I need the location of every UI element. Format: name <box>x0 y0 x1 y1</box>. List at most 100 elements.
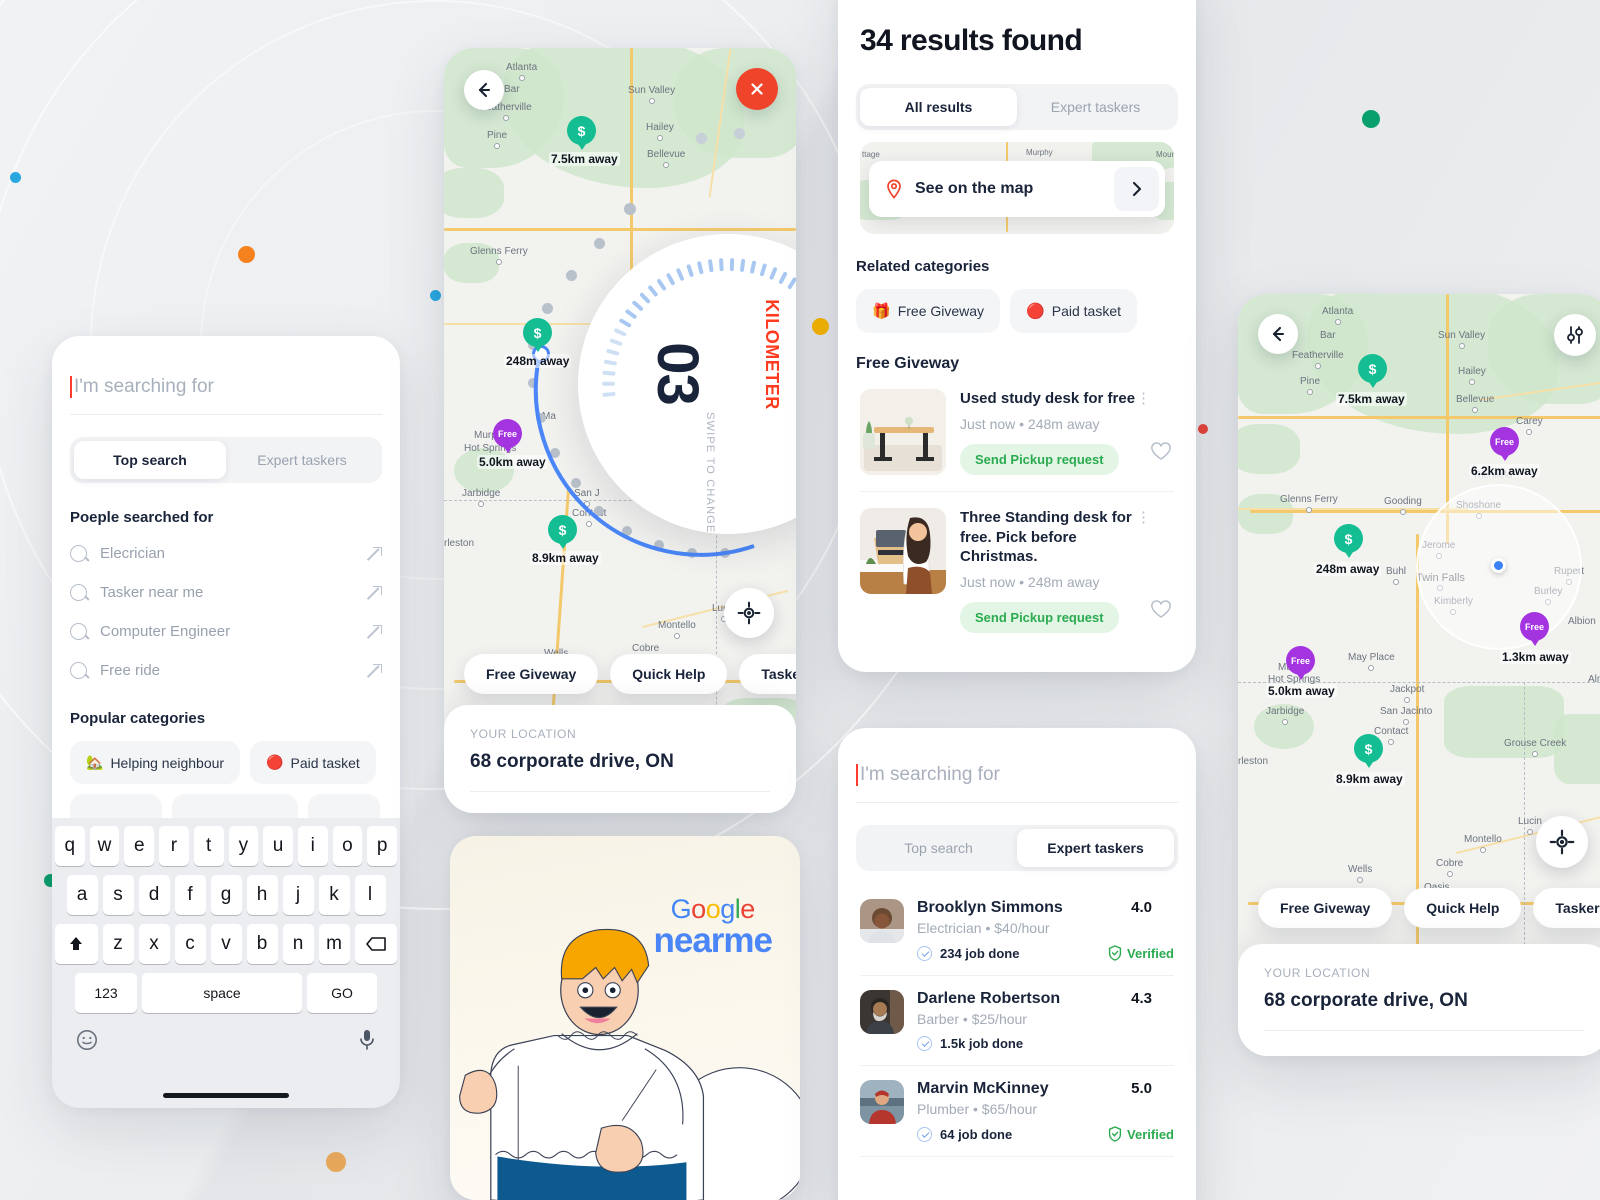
map-pin-free-1[interactable]: Free <box>493 419 522 453</box>
verified-label: Verified <box>1127 945 1174 961</box>
key-z[interactable]: z <box>102 924 134 964</box>
filter-pill-tasker[interactable]: Tasker <box>1533 888 1600 928</box>
map-preview[interactable]: Murphy Mounta ttage See on the map <box>860 142 1174 234</box>
key-n[interactable]: n <box>282 924 314 964</box>
favorite-button[interactable] <box>1150 441 1174 466</box>
key-e[interactable]: e <box>124 826 155 866</box>
filter-pill-free-giveway[interactable]: Free Giveway <box>1258 888 1393 928</box>
related-chip-free-giveway[interactable]: 🎁 Free Giveway <box>856 289 1001 333</box>
list-item[interactable]: Elecrician <box>70 534 382 573</box>
dial-tick <box>609 338 623 347</box>
key-k[interactable]: k <box>318 875 350 915</box>
key-l[interactable]: l <box>354 875 386 915</box>
go-key[interactable]: GO <box>307 973 377 1013</box>
map-pin-money-1[interactable]: $ <box>1358 354 1387 388</box>
key-c[interactable]: c <box>174 924 206 964</box>
tab-all-results[interactable]: All results <box>860 88 1017 126</box>
key-o[interactable]: o <box>332 826 363 866</box>
back-button[interactable] <box>1258 314 1298 354</box>
key-w[interactable]: w <box>89 826 120 866</box>
shift-key[interactable] <box>55 924 98 964</box>
status-badge: Verified <box>1108 945 1174 961</box>
space-key[interactable]: space <box>142 973 302 1013</box>
tab-expert-taskers[interactable]: Expert taskers <box>226 441 378 479</box>
map-pin-money-3[interactable]: $ <box>1354 734 1383 768</box>
map-pin-money-1[interactable]: $ <box>567 116 596 150</box>
map-filter-pills: Free GivewayQuick HelpTaskerE <box>1258 888 1600 928</box>
poster-canvas: I'm searching for Top search Expert task… <box>0 0 1600 1200</box>
filter-settings-button[interactable] <box>1554 314 1596 356</box>
tab-expert-taskers[interactable]: Expert taskers <box>1017 88 1174 126</box>
filter-pill-tasker[interactable]: Tasker <box>739 654 796 694</box>
search-input[interactable]: I'm searching for <box>70 376 382 415</box>
key-f[interactable]: f <box>174 875 206 915</box>
map-pin-money-3[interactable]: $ <box>548 515 577 549</box>
list-item[interactable]: Used study desk for free Just now • 248m… <box>860 373 1174 492</box>
key-i[interactable]: i <box>297 826 328 866</box>
list-item[interactable]: Tasker near me <box>70 573 382 612</box>
locate-me-button[interactable] <box>1536 816 1588 868</box>
category-chip-paid-tasket[interactable]: 🔴 Paid tasket <box>250 741 376 784</box>
key-h[interactable]: h <box>246 875 278 915</box>
search-input[interactable]: I'm searching for <box>856 764 1178 803</box>
list-item[interactable]: Darlene Robertson Barber • $25/hour 1.5k… <box>860 976 1174 1066</box>
map-label: ttage <box>862 150 880 159</box>
filter-pill-quick-help[interactable]: Quick Help <box>610 654 728 694</box>
radius-dial[interactable]: 03 KILOMETER SWIPE TO CHANGE <box>578 234 796 534</box>
key-v[interactable]: v <box>210 924 242 964</box>
key-p[interactable]: p <box>367 826 398 866</box>
key-b[interactable]: b <box>246 924 278 964</box>
filter-pill-free-giveway[interactable]: Free Giveway <box>464 654 599 694</box>
dial-tick <box>696 260 704 275</box>
map-pin-money-2[interactable]: $ <box>523 318 552 352</box>
list-item[interactable]: Marvin McKinney Plumber • $65/hour 64 jo… <box>860 1066 1174 1157</box>
chevron-right-icon[interactable] <box>1114 167 1159 211</box>
key-x[interactable]: x <box>138 924 170 964</box>
send-pickup-request-button[interactable]: Send Pickup request <box>960 443 1119 475</box>
key-g[interactable]: g <box>210 875 242 915</box>
key-a[interactable]: a <box>66 875 98 915</box>
numbers-key[interactable]: 123 <box>75 973 137 1013</box>
locate-me-button[interactable] <box>724 588 774 638</box>
list-item[interactable]: Free ride <box>70 651 382 690</box>
map-pin-free-1[interactable]: Free <box>1490 427 1519 461</box>
key-q[interactable]: q <box>54 826 85 866</box>
tab-top-search[interactable]: Top search <box>74 441 226 479</box>
list-item[interactable]: Brooklyn Simmons Electrician • $40/hour … <box>860 885 1174 976</box>
see-on-the-map-button[interactable]: See on the map <box>869 161 1165 217</box>
map-pin-free-3[interactable]: Free <box>1286 646 1315 680</box>
map-canvas[interactable]: Atlanta Bar Featherville Pine Sun Valley… <box>444 48 796 813</box>
category-chip-helping-neighbour[interactable]: 🏡 Helping neighbour <box>70 741 241 784</box>
list-item[interactable]: Three Standing desk for free. Pick befor… <box>860 492 1174 649</box>
tab-expert-taskers[interactable]: Expert taskers <box>1017 829 1174 867</box>
tab-top-search[interactable]: Top search <box>860 829 1017 867</box>
key-u[interactable]: u <box>263 826 293 866</box>
close-button[interactable] <box>736 68 778 110</box>
map-label: Albion <box>1568 616 1596 627</box>
dial-tick <box>707 259 714 273</box>
listing-menu-button[interactable]: ⋮ <box>1136 389 1152 407</box>
key-j[interactable]: j <box>282 875 314 915</box>
key-d[interactable]: d <box>138 875 170 915</box>
back-button[interactable] <box>464 70 504 110</box>
key-t[interactable]: t <box>193 826 224 866</box>
key-s[interactable]: s <box>102 875 134 915</box>
map-pin-money-2[interactable]: $ <box>1334 524 1363 558</box>
listing-menu-button[interactable]: ⋮ <box>1136 508 1152 526</box>
favorite-button[interactable] <box>1150 599 1174 624</box>
page-title: 34 results found <box>860 24 1083 57</box>
key-y[interactable]: y <box>228 826 259 866</box>
send-pickup-request-button[interactable]: Send Pickup request <box>960 601 1119 633</box>
mic-key[interactable] <box>357 1028 377 1057</box>
your-location-sheet: YOUR LOCATION 68 corporate drive, ON <box>1238 944 1600 1056</box>
map-canvas[interactable]: Atlanta Bar Featherville Pine Sun Valley… <box>1238 294 1600 1056</box>
map-label: Carey <box>1516 416 1543 427</box>
filter-pill-quick-help[interactable]: Quick Help <box>1404 888 1522 928</box>
key-r[interactable]: r <box>159 826 189 866</box>
emoji-key[interactable] <box>75 1028 99 1057</box>
list-item[interactable]: Computer Engineer <box>70 612 382 651</box>
related-chip-paid-tasket[interactable]: 🔴 Paid tasket <box>1010 289 1137 333</box>
backspace-key[interactable] <box>354 924 397 964</box>
key-m[interactable]: m <box>318 924 350 964</box>
map-pin-free-2[interactable]: Free <box>1520 612 1549 646</box>
